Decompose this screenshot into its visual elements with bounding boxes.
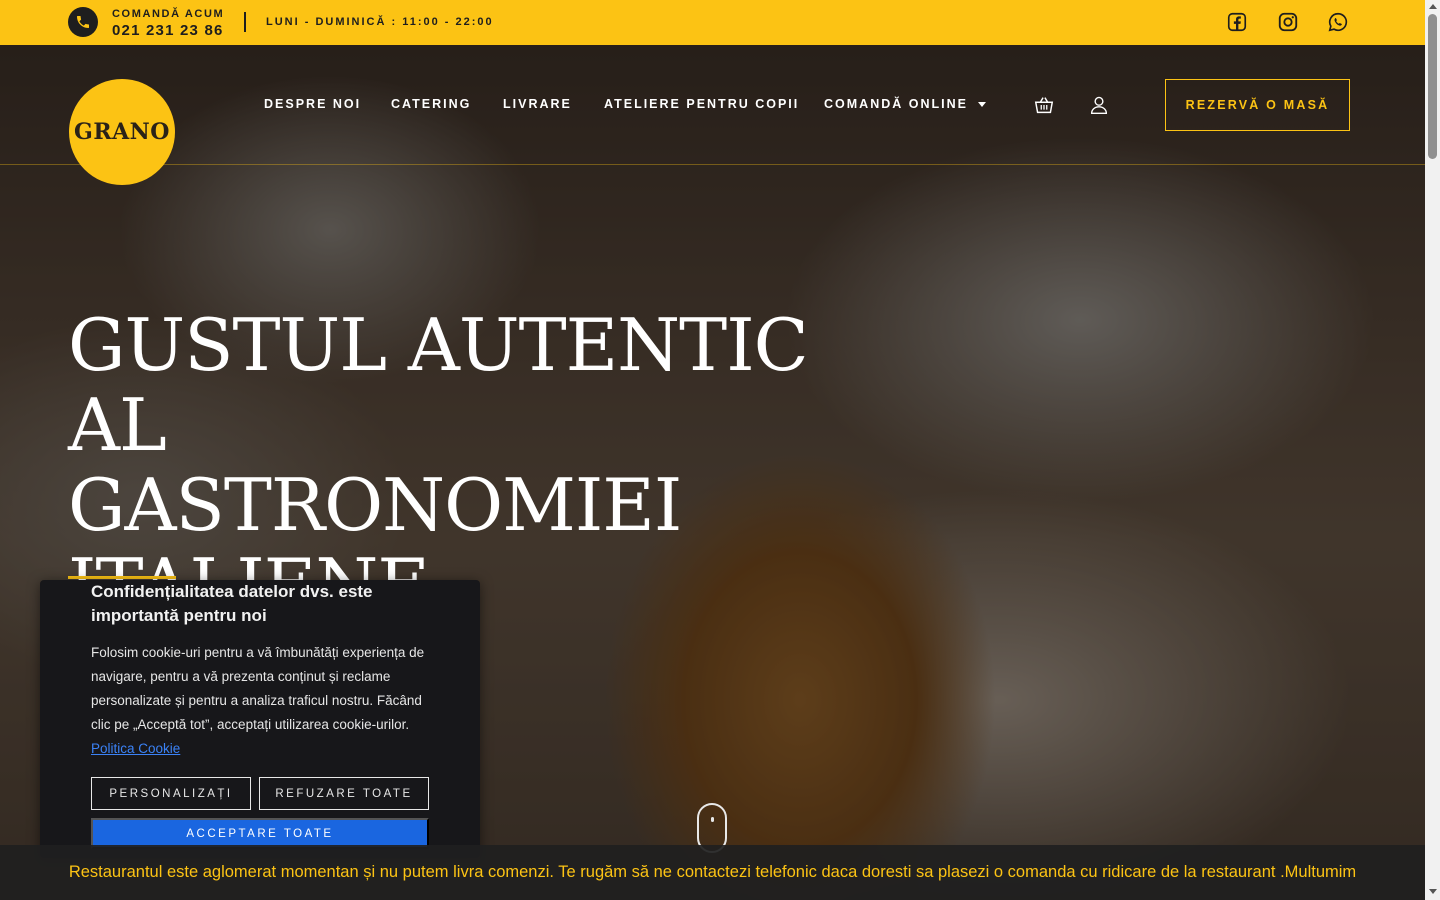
cart-icon[interactable] — [1033, 94, 1055, 116]
hero-title-line-1: GUSTUL AUTENTIC AL — [68, 303, 809, 467]
opening-hours: LUNI - DUMINICĂ : 11:00 - 22:00 — [266, 16, 494, 28]
customize-button[interactable]: PERSONALIZAȚI — [91, 777, 251, 810]
phone-icon[interactable] — [68, 7, 98, 37]
hero-accent-underline — [68, 576, 176, 579]
scroll-wheel-dot — [711, 817, 714, 822]
scrollbar-thumb[interactable] — [1428, 14, 1437, 159]
instagram-icon[interactable] — [1277, 11, 1299, 33]
whatsapp-icon[interactable] — [1327, 11, 1349, 33]
busy-notice-text: Restaurantul este aglomerat momentan și … — [68, 863, 1357, 881]
facebook-icon[interactable] — [1226, 11, 1248, 33]
user-icon[interactable] — [1088, 94, 1110, 116]
page-scrollbar[interactable] — [1425, 0, 1440, 900]
top-bar: COMANDĂ ACUM 021 231 23 86 LUNI - DUMINI… — [0, 0, 1425, 45]
nav-comanda-online-label: COMANDĂ ONLINE — [824, 97, 968, 111]
cookie-consent-panel: Confidențialitatea datelor dvs. este imp… — [40, 580, 480, 858]
scroll-down-arrow-icon[interactable] — [1429, 889, 1437, 894]
chevron-down-icon — [977, 102, 986, 108]
hero-title-line-2: GASTRONOMIEI — [68, 463, 682, 547]
order-phone-number[interactable]: 021 231 23 86 — [112, 22, 224, 40]
cookie-description-text: Folosim cookie-uri pentru a vă îmbunătăț… — [91, 645, 425, 732]
reject-all-button[interactable]: REFUZARE TOATE — [259, 777, 429, 810]
busy-notice-bar: Restaurantul este aglomerat momentan și … — [0, 845, 1425, 900]
nav-ateliere-copii[interactable]: ATELIERE PENTRU COPII — [604, 97, 799, 111]
scroll-up-arrow-icon[interactable] — [1429, 4, 1437, 9]
nav-despre-noi[interactable]: DESPRE NOI — [264, 97, 361, 111]
hero-title: GUSTUL AUTENTIC AL GASTRONOMIEI ITALIENE — [68, 305, 868, 625]
nav-livrare[interactable]: LIVRARE — [503, 97, 572, 111]
nav-catering[interactable]: CATERING — [391, 97, 471, 111]
order-now-block[interactable]: COMANDĂ ACUM 021 231 23 86 — [112, 8, 224, 40]
grano-logo[interactable]: GRANO — [69, 79, 175, 185]
topbar-divider — [244, 12, 246, 32]
reserve-table-button[interactable]: REZERVĂ O MASĂ — [1165, 79, 1350, 131]
cookie-description: Folosim cookie-uri pentru a vă îmbunătăț… — [91, 641, 441, 761]
nav-comanda-online[interactable]: COMANDĂ ONLINE — [824, 97, 986, 111]
cookie-title: Confidențialitatea datelor dvs. este imp… — [91, 582, 373, 625]
order-now-label: COMANDĂ ACUM — [112, 8, 225, 20]
main-header: GRANO DESPRE NOI CATERING LIVRARE ATELIE… — [0, 45, 1425, 185]
cookie-policy-link[interactable]: Politica Cookie — [91, 741, 180, 756]
